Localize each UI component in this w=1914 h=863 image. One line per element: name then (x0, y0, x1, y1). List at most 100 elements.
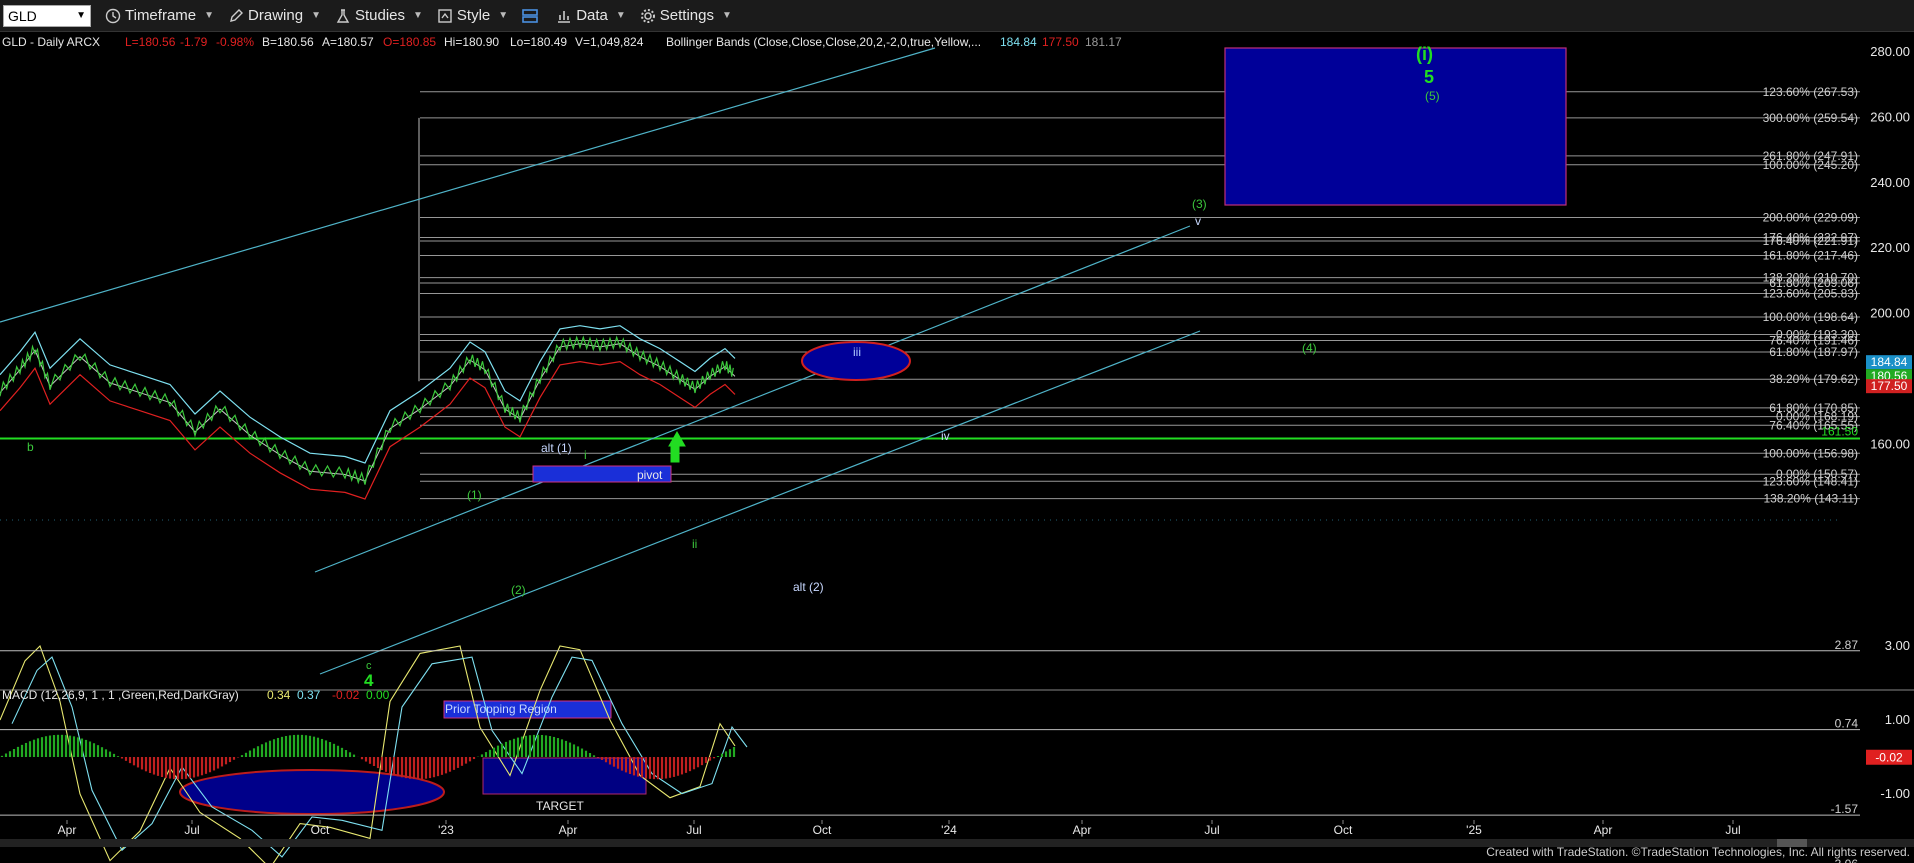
header-bb-upper: 184.84 (1000, 35, 1037, 49)
timeframe-button[interactable]: Timeframe ▼ (105, 7, 214, 24)
fib-label: 123.60% (205.83) (1763, 287, 1858, 301)
macd-level-label: -1.57 (1831, 802, 1859, 816)
chevron-down-icon[interactable]: ▼ (76, 10, 86, 21)
price-badge-label: 184.84 (1871, 355, 1908, 369)
fib-label: 123.60% (267.53) (1763, 85, 1858, 99)
fib-label: 100.00% (245.20) (1763, 158, 1858, 172)
time-axis-label: '23 (438, 823, 454, 837)
header-bid: B=180.56 (262, 35, 314, 49)
wave-1: (1) (467, 488, 482, 502)
wave-i-major: (i) (1416, 44, 1433, 64)
style-label: Style (456, 7, 491, 24)
drawing-button[interactable]: Drawing ▼ (228, 7, 321, 24)
header-high: Hi=180.90 (444, 35, 499, 49)
wave-v: v (1195, 214, 1201, 228)
fib-label: 100.00% (198.64) (1763, 310, 1858, 324)
flask-icon (336, 8, 350, 23)
time-axis-label: Jul (1204, 823, 1219, 837)
fib-label: 200.00% (229.09) (1763, 210, 1858, 224)
settings-label: Settings (659, 7, 714, 24)
wave-iii: iii (853, 345, 861, 359)
time-axis-label: Apr (1073, 823, 1092, 837)
header-bb-lower: 177.50 (1042, 35, 1079, 49)
header-low: Lo=180.49 (510, 35, 567, 49)
price-axis-label: 220.00 (1870, 240, 1910, 255)
time-axis-label: Jul (686, 823, 701, 837)
wave-iv: iv (941, 429, 950, 443)
wave-4p: (4) (1302, 341, 1317, 355)
time-axis-label: Apr (58, 823, 77, 837)
macd-v4: 0.00 (366, 688, 390, 702)
time-axis-label: Apr (559, 823, 578, 837)
target-label: TARGET (536, 799, 584, 813)
gear-icon (640, 8, 655, 23)
fib-label: 138.20% (143.11) (1763, 492, 1858, 506)
time-axis-label: Jul (1725, 823, 1740, 837)
style-button[interactable]: Style ▼ (437, 7, 508, 24)
toolbar: GLD ▼ Timeframe ▼ Drawing ▼ Studies ▼ Style… (0, 0, 1914, 32)
header-title: GLD - Daily ARCX (2, 35, 100, 49)
time-axis-label: '25 (1466, 823, 1482, 837)
header-last: L=180.56 (125, 35, 176, 49)
time-axis-label: Oct (1334, 823, 1353, 837)
bar-chart-icon (558, 10, 571, 23)
wave-b: b (27, 440, 34, 454)
price-axis-label: 280.00 (1870, 44, 1910, 59)
style-icon (438, 8, 452, 23)
fib-label: 176.40% (221.91) (1763, 234, 1858, 248)
price-axis-label: 240.00 (1870, 175, 1910, 190)
price-axis-label: 260.00 (1870, 109, 1910, 124)
data-label: Data (576, 7, 608, 24)
pencil-icon (230, 8, 244, 22)
fib-label: 61.80% (187.97) (1769, 345, 1858, 359)
time-axis-label: Apr (1594, 823, 1613, 837)
wave-3: (3) (1192, 197, 1207, 211)
macd-v3: -0.02 (332, 688, 360, 702)
chevron-down-icon: ▼ (413, 10, 423, 21)
wave-i: i (584, 448, 587, 462)
macd-ellipse[interactable] (179, 769, 445, 815)
fib-label: 100.00% (156.98) (1763, 446, 1858, 460)
macd-level-label: 2.87 (1835, 638, 1859, 652)
fib-label: 123.60% (148.41) (1763, 474, 1858, 488)
footer-copyright: Created with TradeStation. ©TradeStation… (1486, 845, 1910, 859)
macd-axis-label: 1.00 (1885, 712, 1910, 727)
fib-label: 161.80% (217.46) (1763, 249, 1858, 263)
header-change: -1.79 (180, 35, 208, 49)
timeframe-label: Timeframe (125, 7, 197, 24)
header-volume: V=1,049,824 (575, 35, 644, 49)
fib-label: 300.00% (259.54) (1763, 111, 1858, 125)
settings-button[interactable]: Settings ▼ (640, 7, 732, 24)
header-study: Bollinger Bands (Close,Close,Close,20,2,… (666, 35, 981, 49)
header-open: O=180.85 (383, 35, 436, 49)
wave-4: 4 (364, 671, 374, 690)
fib-label: 38.20% (179.62) (1769, 372, 1858, 386)
time-axis-label: '24 (941, 823, 957, 837)
macd-label: MACD (12,26,9, 1 , 1 ,Green,Red,DarkGray… (2, 688, 239, 702)
time-axis-label: Oct (311, 823, 330, 837)
chevron-down-icon: ▼ (311, 10, 321, 21)
chevron-down-icon: ▼ (498, 10, 509, 21)
prior-topping-label: Prior Topping Region (445, 702, 557, 716)
symbol-label: GLD (8, 7, 37, 24)
target-box[interactable] (1224, 47, 1567, 206)
layout-icon (522, 8, 538, 23)
layout-button[interactable] (522, 8, 542, 24)
macd-axis-label: 3.00 (1885, 638, 1910, 653)
price-chart[interactable]: 123.60% (267.53)300.00% (259.54)261.80% … (0, 32, 1914, 863)
price-badge-label: 177.50 (1871, 379, 1908, 393)
support-label: 161.50 (1821, 424, 1858, 438)
chevron-down-icon: ▼ (721, 10, 732, 21)
data-button[interactable]: Data ▼ (556, 7, 626, 24)
wave-5p: (5) (1425, 89, 1440, 103)
time-axis-label: Jul (184, 823, 199, 837)
studies-button[interactable]: Studies ▼ (335, 7, 423, 24)
macd-level-label: 0.74 (1835, 717, 1859, 731)
wave-2: (2) (511, 583, 526, 597)
clock-icon (105, 8, 121, 23)
symbol-input[interactable]: GLD ▼ (3, 4, 91, 27)
macd-axis-label: -1.00 (1880, 786, 1910, 801)
price-axis-label: 200.00 (1870, 306, 1910, 321)
header-ask: A=180.57 (322, 35, 374, 49)
macd-badge-label: -0.02 (1875, 751, 1903, 765)
